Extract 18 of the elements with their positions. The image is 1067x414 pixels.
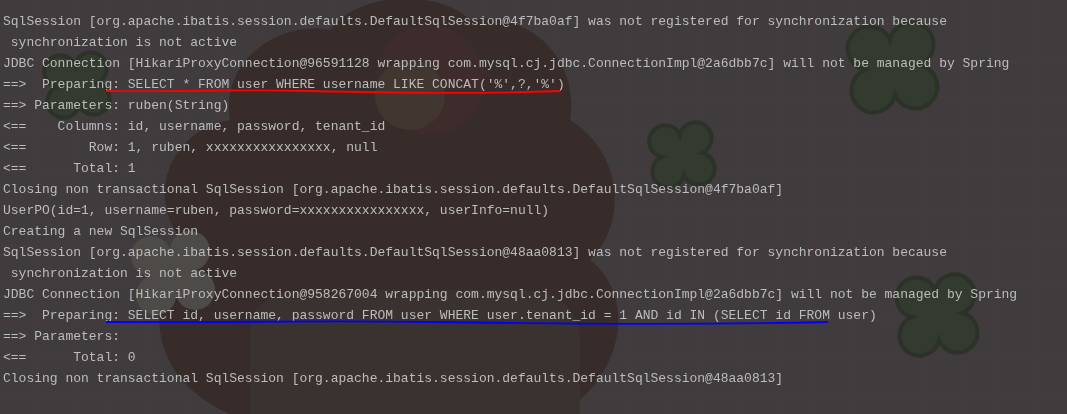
log-line: Closing non transactional SqlSession [org.apache.ibatis.session.defaults.DefaultSqlSession@48aa0813] — [3, 371, 784, 386]
log-line: JDBC Connection [HikariProxyConnection@958267004 wrapping com.mysql.cj.jdbc.ConnectionImpl@2a6dbb7c] will not be managed by Spring — [3, 287, 1018, 302]
log-line: <== Columns: id, username, password, tenant_id — [3, 119, 386, 134]
log-line: <== Total: 1 — [3, 161, 136, 176]
log-line: <== Row: 1, ruben, xxxxxxxxxxxxxxxx, null — [3, 140, 378, 155]
log-line: ==> Parameters: — [3, 329, 122, 344]
log-line: ==> Parameters: ruben(String) — [3, 98, 230, 113]
log-line: ==> Preparing: SELECT id, username, password FROM user WHERE user.tenant_id = 1 AND id IN (SELECT id FROM user) — [3, 308, 877, 323]
log-line: synchronization is not active — [9, 35, 238, 50]
log-line: SqlSession [org.apache.ibatis.session.defaults.DefaultSqlSession@4f7ba0af] was not registered for synchronization because — [3, 14, 947, 29]
log-line: <== Total: 0 — [3, 350, 136, 365]
log-line: Closing non transactional SqlSession [org.apache.ibatis.session.defaults.DefaultSqlSession@4f7ba0af] — [3, 182, 784, 197]
log-line: SqlSession [org.apache.ibatis.session.defaults.DefaultSqlSession@48aa0813] was not registered for synchronization because — [3, 245, 947, 260]
log-line: synchronization is not active — [9, 266, 238, 281]
log-line: JDBC Connection [HikariProxyConnection@96591128 wrapping com.mysql.cj.jdbc.ConnectionImpl@2a6dbb7c] will not be managed by Spring — [3, 56, 1010, 71]
log-line: UserPO(id=1, username=ruben, password=xxxxxxxxxxxxxxxx, userInfo=null) — [3, 203, 550, 218]
log-line: Creating a new SqlSession — [3, 224, 199, 239]
log-line: ==> Preparing: SELECT * FROM user WHERE username LIKE CONCAT('%',?,'%') — [3, 77, 565, 92]
